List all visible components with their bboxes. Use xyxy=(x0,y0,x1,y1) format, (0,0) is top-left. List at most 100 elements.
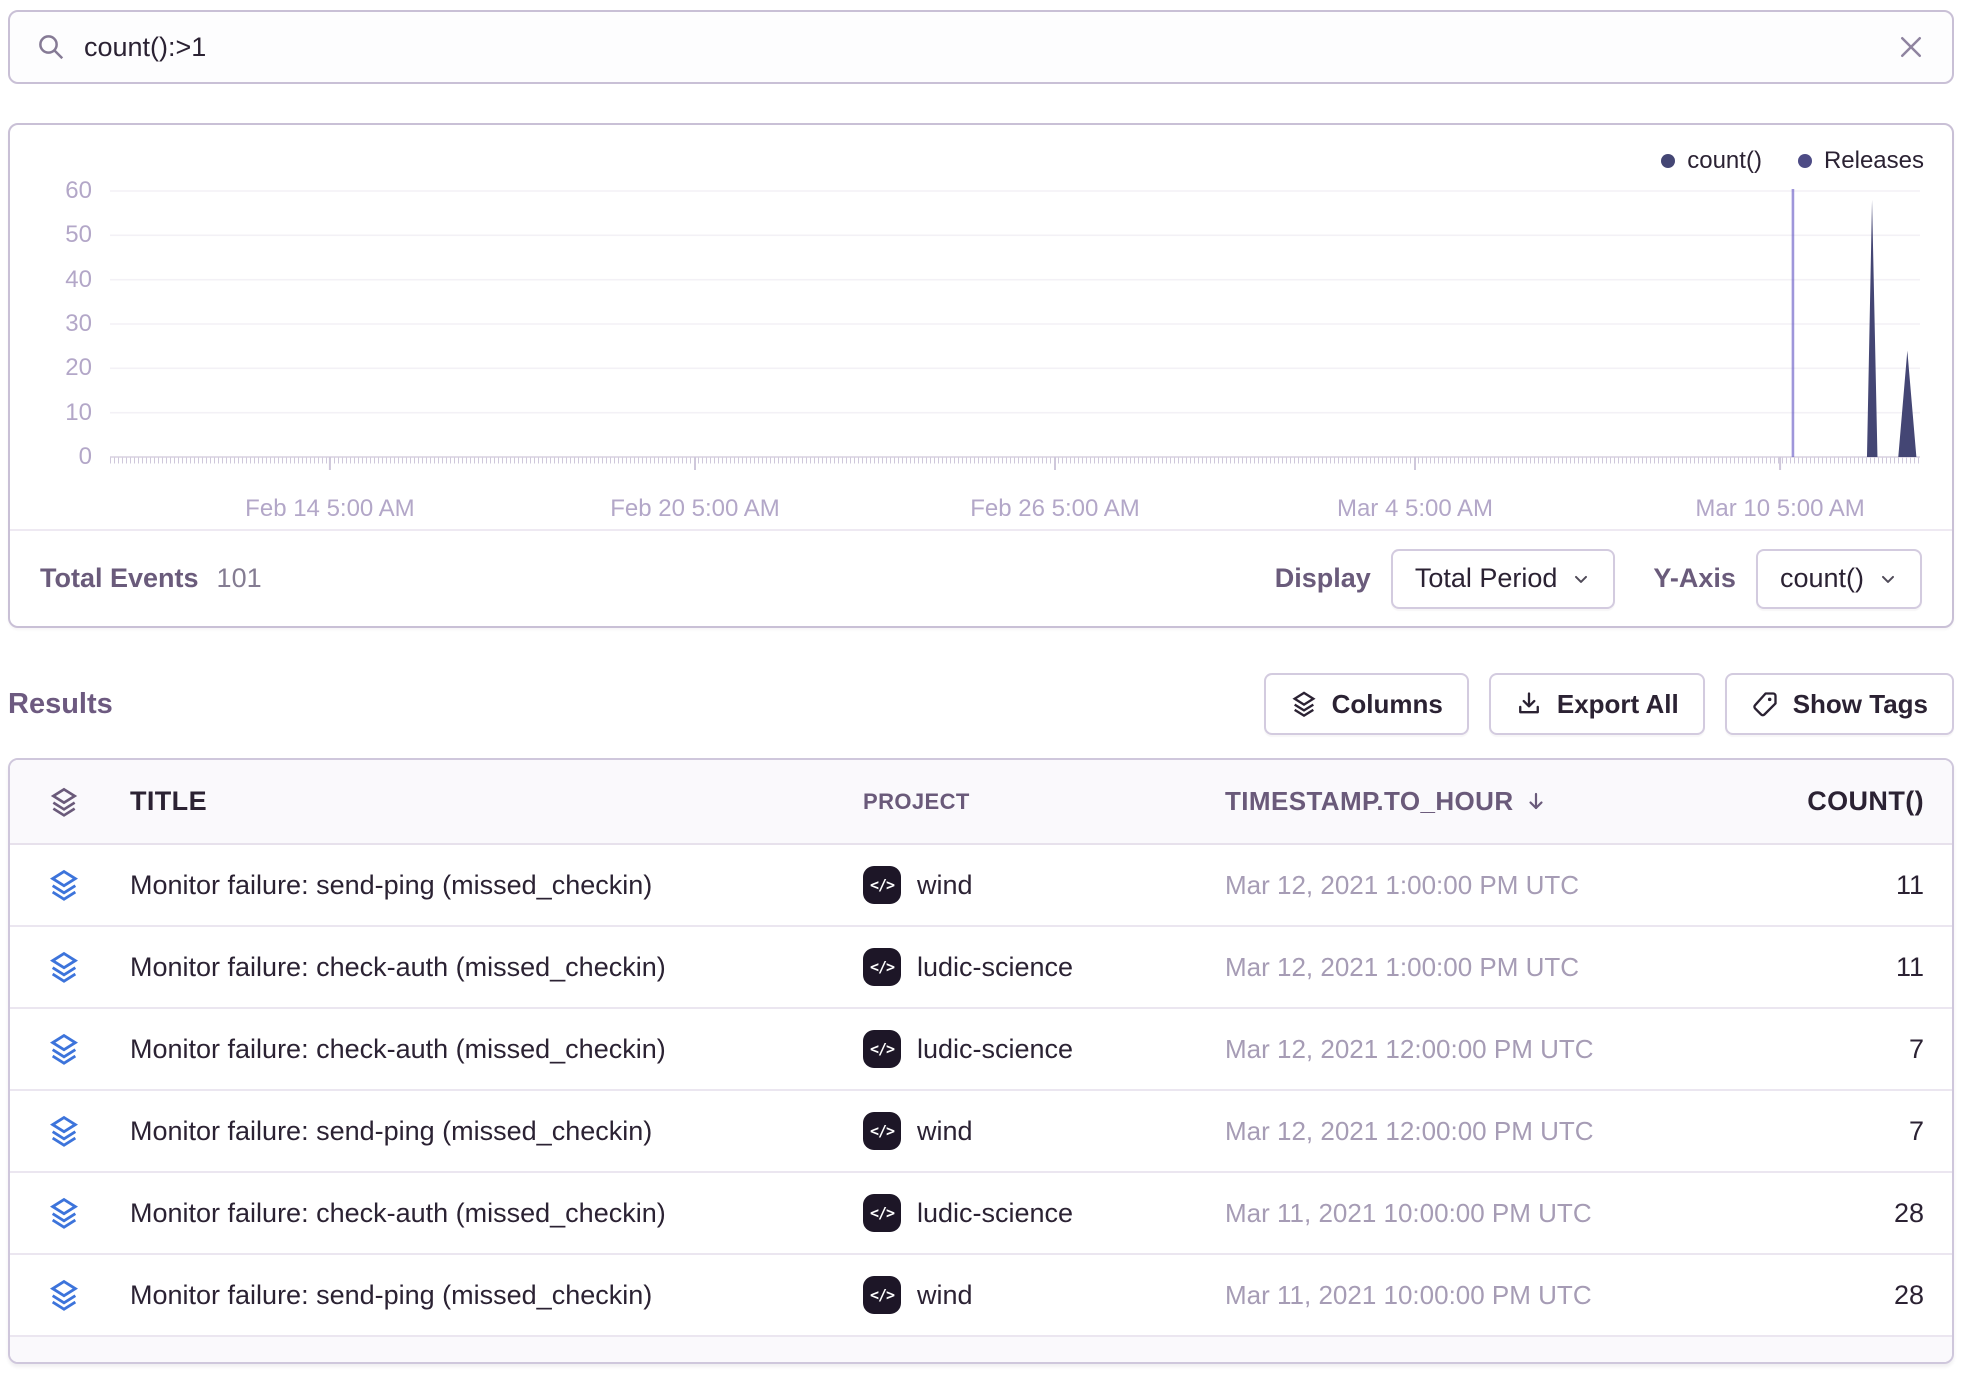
event-stack-icon[interactable] xyxy=(47,950,81,984)
events-area-chart xyxy=(110,177,1920,477)
sort-descending-icon xyxy=(1524,790,1548,814)
chart-plot-area[interactable]: Feb 14 5:00 AM Feb 20 5:00 AM Feb 26 5:0… xyxy=(110,177,1920,477)
header-stack-icon xyxy=(10,786,118,818)
legend-item-count[interactable]: count() xyxy=(1661,147,1762,175)
event-timestamp: Mar 12, 2021 12:00:00 PM UTC xyxy=(1213,1034,1708,1065)
chart-legend: count() Releases xyxy=(1661,147,1924,175)
project-name: wind xyxy=(917,1280,973,1311)
events-chart-panel: count() Releases 60 50 40 30 20 10 0 Feb… xyxy=(8,123,1954,628)
columns-button-label: Columns xyxy=(1332,689,1443,720)
total-events-label: Total Events xyxy=(40,563,199,594)
x-tick-label: Feb 26 5:00 AM xyxy=(970,495,1139,523)
search-icon xyxy=(36,32,66,62)
project-name: wind xyxy=(917,870,973,901)
clear-search-icon[interactable] xyxy=(1896,32,1926,62)
chevron-down-icon xyxy=(1878,569,1898,589)
chart-footer: Total Events 101 Display Total Period Y-… xyxy=(10,529,1952,626)
project-name: ludic-science xyxy=(917,1198,1073,1229)
event-stack-icon[interactable] xyxy=(47,868,81,902)
event-count: 11 xyxy=(1708,870,1952,901)
table-row[interactable]: Monitor failure: check-auth (missed_chec… xyxy=(10,1173,1952,1255)
legend-item-releases[interactable]: Releases xyxy=(1798,147,1924,175)
search-input[interactable]: count():>1 xyxy=(84,32,1878,63)
event-title: Monitor failure: check-auth (missed_chec… xyxy=(118,952,863,983)
y-tick-label: 40 xyxy=(10,265,92,295)
table-row[interactable]: Monitor failure: check-auth (missed_chec… xyxy=(10,1009,1952,1091)
project-name: wind xyxy=(917,1116,973,1147)
x-tick-label: Feb 14 5:00 AM xyxy=(245,495,414,523)
column-header-title[interactable]: TITLE xyxy=(118,786,863,817)
x-tick-label: Mar 4 5:00 AM xyxy=(1337,495,1493,523)
show-tags-button-label: Show Tags xyxy=(1793,689,1928,720)
event-stack-icon[interactable] xyxy=(47,1196,81,1230)
event-timestamp: Mar 12, 2021 1:00:00 PM UTC xyxy=(1213,952,1708,983)
y-axis-dropdown[interactable]: count() xyxy=(1756,549,1922,609)
legend-dot-releases-icon xyxy=(1798,154,1812,168)
event-title: Monitor failure: check-auth (missed_chec… xyxy=(118,1034,863,1065)
columns-button[interactable]: Columns xyxy=(1264,673,1469,735)
columns-stack-icon xyxy=(1290,690,1318,718)
y-axis-label: Y-Axis xyxy=(1653,563,1736,594)
event-count: 28 xyxy=(1708,1280,1952,1311)
tag-icon xyxy=(1751,690,1779,718)
y-tick-label: 30 xyxy=(10,309,92,339)
search-bar[interactable]: count():>1 xyxy=(8,10,1954,84)
project-name: ludic-science xyxy=(917,952,1073,983)
column-header-project[interactable]: PROJECT xyxy=(863,789,1213,815)
display-dropdown-value: Total Period xyxy=(1415,563,1558,594)
table-row[interactable]: Monitor failure: check-auth (missed_chec… xyxy=(10,927,1952,1009)
export-all-button[interactable]: Export All xyxy=(1489,673,1705,735)
x-tick-label: Feb 20 5:00 AM xyxy=(610,495,779,523)
project-platform-icon: </> xyxy=(863,1030,901,1068)
project-platform-icon: </> xyxy=(863,948,901,986)
table-row[interactable]: Monitor failure: send-ping (missed_check… xyxy=(10,1255,1952,1337)
event-timestamp: Mar 11, 2021 10:00:00 PM UTC xyxy=(1213,1280,1708,1311)
event-title: Monitor failure: send-ping (missed_check… xyxy=(118,1116,863,1147)
event-stack-icon[interactable] xyxy=(47,1032,81,1066)
chart-y-axis: 60 50 40 30 20 10 0 xyxy=(10,177,92,477)
x-tick-label: Mar 10 5:00 AM xyxy=(1695,495,1864,523)
table-footer xyxy=(10,1337,1952,1364)
table-row[interactable]: Monitor failure: send-ping (missed_check… xyxy=(10,1091,1952,1173)
event-count: 28 xyxy=(1708,1198,1952,1229)
table-header-row: TITLE PROJECT TIMESTAMP.TO_HOUR COUNT() xyxy=(10,760,1952,845)
results-heading: Results xyxy=(8,688,113,721)
legend-label-count: count() xyxy=(1687,147,1762,175)
event-title: Monitor failure: check-auth (missed_chec… xyxy=(118,1198,863,1229)
project-platform-icon: </> xyxy=(863,1194,901,1232)
column-header-count[interactable]: COUNT() xyxy=(1708,786,1952,817)
project-name: ludic-science xyxy=(917,1034,1073,1065)
column-header-timestamp-label: TIMESTAMP.TO_HOUR xyxy=(1225,786,1514,817)
event-stack-icon[interactable] xyxy=(47,1114,81,1148)
event-count: 7 xyxy=(1708,1116,1952,1147)
legend-dot-count-icon xyxy=(1661,154,1675,168)
download-icon xyxy=(1515,690,1543,718)
y-tick-label: 0 xyxy=(10,442,92,472)
y-tick-label: 10 xyxy=(10,398,92,428)
results-header-row: Results Columns Export All Show Tags xyxy=(8,672,1954,736)
results-table: TITLE PROJECT TIMESTAMP.TO_HOUR COUNT() … xyxy=(8,758,1954,1364)
project-platform-icon: </> xyxy=(863,866,901,904)
project-platform-icon: </> xyxy=(863,1276,901,1314)
event-stack-icon[interactable] xyxy=(47,1278,81,1312)
project-platform-icon: </> xyxy=(863,1112,901,1150)
display-label: Display xyxy=(1275,563,1371,594)
chart-x-axis: Feb 14 5:00 AM Feb 20 5:00 AM Feb 26 5:0… xyxy=(110,495,1920,527)
y-axis-dropdown-value: count() xyxy=(1780,563,1864,594)
column-header-timestamp[interactable]: TIMESTAMP.TO_HOUR xyxy=(1213,786,1708,817)
event-count: 7 xyxy=(1708,1034,1952,1065)
y-tick-label: 20 xyxy=(10,353,92,383)
y-tick-label: 50 xyxy=(10,220,92,250)
event-timestamp: Mar 12, 2021 12:00:00 PM UTC xyxy=(1213,1116,1708,1147)
table-row[interactable]: Monitor failure: send-ping (missed_check… xyxy=(10,845,1952,927)
total-events: Total Events 101 xyxy=(40,563,262,594)
display-dropdown[interactable]: Total Period xyxy=(1391,549,1616,609)
y-tick-label: 60 xyxy=(10,176,92,206)
event-timestamp: Mar 11, 2021 10:00:00 PM UTC xyxy=(1213,1198,1708,1229)
event-title: Monitor failure: send-ping (missed_check… xyxy=(118,1280,863,1311)
show-tags-button[interactable]: Show Tags xyxy=(1725,673,1954,735)
total-events-value: 101 xyxy=(217,563,262,594)
event-title: Monitor failure: send-ping (missed_check… xyxy=(118,870,863,901)
event-timestamp: Mar 12, 2021 1:00:00 PM UTC xyxy=(1213,870,1708,901)
legend-label-releases: Releases xyxy=(1824,147,1924,175)
